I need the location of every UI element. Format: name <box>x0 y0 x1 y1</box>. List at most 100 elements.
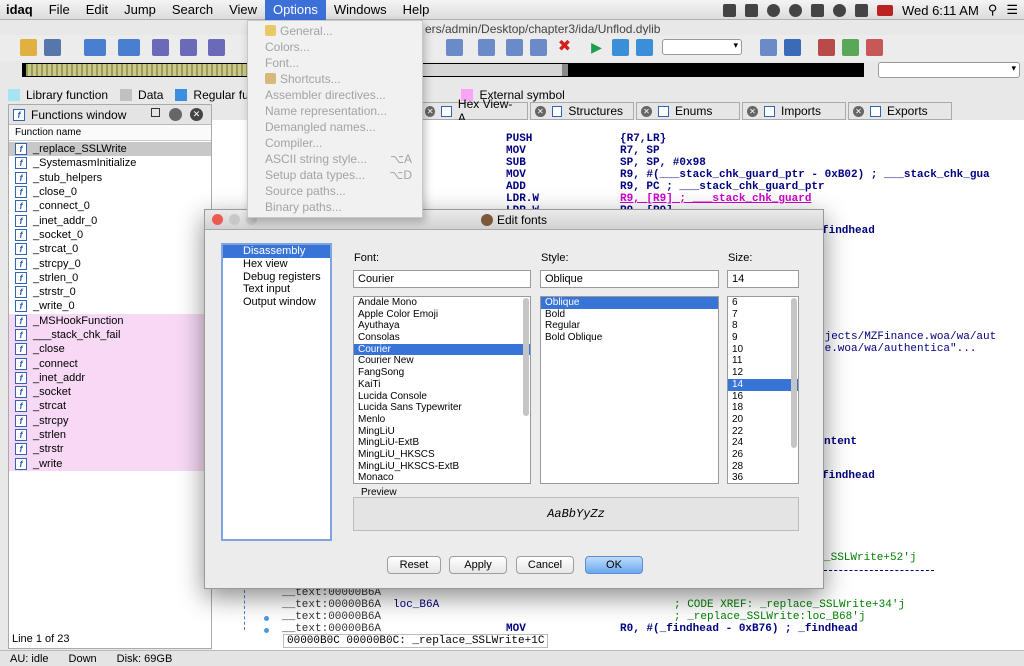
options-menu-item[interactable]: Name representation... <box>248 103 422 119</box>
menu-help[interactable]: Help <box>395 0 438 20</box>
column-header-function-name[interactable]: Function name <box>9 125 211 141</box>
tool-icon[interactable] <box>152 39 169 56</box>
size-list-item[interactable]: 36 <box>728 472 798 483</box>
font-list-scrollbar[interactable] <box>523 298 529 416</box>
ok-button[interactable]: OK <box>585 556 643 574</box>
options-menu-item[interactable]: Binary paths... <box>248 199 422 215</box>
restore-icon[interactable] <box>151 108 160 117</box>
menu-windows[interactable]: Windows <box>326 0 395 20</box>
open-icon[interactable] <box>20 39 37 56</box>
font-list-item[interactable]: Andale Mono <box>354 297 530 309</box>
back-icon[interactable] <box>84 39 106 56</box>
spotlight-icon[interactable]: ⚲ <box>988 2 998 18</box>
style-field[interactable]: Oblique <box>540 270 719 288</box>
options-menu-item[interactable]: Demangled names... <box>248 119 422 135</box>
function-list-item[interactable]: f _connect <box>9 356 211 371</box>
segment-select[interactable]: ▾ <box>878 62 1020 78</box>
close-icon[interactable]: ✕ <box>641 105 652 117</box>
size-list-item[interactable]: 6 <box>728 297 798 309</box>
size-list-item[interactable]: 24 <box>728 437 798 449</box>
size-list-item[interactable]: 20 <box>728 414 798 426</box>
tab-imports[interactable]: ✕ Imports <box>742 102 846 120</box>
style-list-item[interactable]: Regular <box>541 320 718 332</box>
tool-icon[interactable] <box>842 39 859 56</box>
font-list-item[interactable]: Ayuthaya <box>354 320 530 332</box>
options-menu-item[interactable]: Shortcuts... <box>248 71 422 87</box>
font-list-item[interactable]: MingLiU-ExtB <box>354 437 530 449</box>
stop-icon[interactable] <box>636 39 653 56</box>
font-list[interactable]: Andale Mono Apple Color Emoji Ayuthaya Cons… <box>353 296 531 484</box>
font-list-item[interactable]: Courier New <box>354 355 530 367</box>
size-list-item[interactable]: 26 <box>728 449 798 461</box>
size-list-item[interactable]: 18 <box>728 402 798 414</box>
function-list-item[interactable]: f _strcpy <box>9 413 211 428</box>
tool-icon[interactable] <box>208 39 225 56</box>
function-list-item[interactable]: f _strcat <box>9 399 211 414</box>
options-menu-item[interactable]: Colors... <box>248 39 422 55</box>
save-icon[interactable] <box>44 39 61 56</box>
font-list-item[interactable]: MingLiU <box>354 426 530 438</box>
function-list-item[interactable]: f _strlen <box>9 427 211 443</box>
tool-icon[interactable] <box>866 39 883 56</box>
tool-icon[interactable] <box>818 39 835 56</box>
menu-edit[interactable]: Edit <box>78 0 116 20</box>
options-menu-item[interactable]: Font... <box>248 55 422 71</box>
tool-icon[interactable] <box>446 39 463 56</box>
volume-icon[interactable] <box>854 3 868 17</box>
size-list-item[interactable]: 14 <box>728 378 798 391</box>
function-list-item[interactable]: f _MSHookFunction <box>9 313 211 328</box>
size-list-item[interactable]: 8 <box>728 320 798 332</box>
size-list-item[interactable]: 22 <box>728 426 798 438</box>
wifi-icon[interactable] <box>832 3 846 17</box>
function-list-item[interactable]: f _strstr_0 <box>9 285 211 299</box>
size-list-scrollbar[interactable] <box>791 298 797 448</box>
function-list-item[interactable]: f _strcat_0 <box>9 242 211 256</box>
style-list[interactable]: Oblique Bold Regular Bold Oblique <box>540 296 719 484</box>
debugger-select[interactable]: ▾ <box>662 39 742 55</box>
menu-jump[interactable]: Jump <box>116 0 164 20</box>
options-menu-item[interactable]: Setup data types... ⌥D <box>248 167 422 183</box>
font-list-item[interactable]: MingLiU_HKSCS-ExtB <box>354 461 530 473</box>
dropbox-icon[interactable] <box>722 3 736 17</box>
font-list-item[interactable]: Monaco <box>354 472 530 483</box>
size-list-item[interactable]: 28 <box>728 461 798 473</box>
tool-icon[interactable] <box>180 39 197 56</box>
menu-search[interactable]: Search <box>164 0 221 20</box>
options-menu-item[interactable]: General... <box>248 23 422 39</box>
font-list-item[interactable]: Menlo <box>354 414 530 426</box>
font-list-item[interactable]: Lucida Sans Typewriter <box>354 402 530 414</box>
font-list-item[interactable]: KaiTi <box>354 379 530 391</box>
menu-file[interactable]: File <box>41 0 78 20</box>
function-list-item[interactable]: f _stub_helpers <box>9 171 211 185</box>
size-field[interactable]: 14 <box>727 270 799 288</box>
pause-icon[interactable] <box>612 39 629 56</box>
cancel-button[interactable]: Cancel <box>516 556 574 574</box>
navigation-band[interactable] <box>22 63 864 77</box>
function-list-item[interactable]: f _socket_0 <box>9 228 211 242</box>
reset-button[interactable]: Reset <box>387 556 441 574</box>
menu-options[interactable]: Options <box>265 0 326 20</box>
breakpoint-dot[interactable] <box>264 628 269 633</box>
font-list-item[interactable]: Consolas <box>354 332 530 344</box>
style-list-item[interactable]: Bold Oblique <box>541 332 718 344</box>
close-window-button[interactable] <box>212 214 223 225</box>
font-list-item[interactable]: Courier <box>354 343 530 356</box>
style-list-item[interactable]: Bold <box>541 309 718 321</box>
hat-icon[interactable] <box>766 3 780 17</box>
size-list[interactable]: 6 7 8 9 10 11 12 14 16 18 20 22 24 26 28 36 <box>727 296 799 484</box>
minimize-window-button[interactable] <box>229 214 240 225</box>
tab-hex-view[interactable]: ✕ Hex View-A <box>420 97 528 125</box>
font-list-item[interactable]: Lucida Console <box>354 391 530 403</box>
tool-icon[interactable] <box>478 39 495 56</box>
function-list-item[interactable]: f _SystemasmInitialize <box>9 156 211 170</box>
close-icon[interactable]: ✕ <box>535 105 546 117</box>
tool-icon[interactable] <box>530 39 547 56</box>
close-icon[interactable]: ✕ <box>853 105 864 117</box>
size-list-item[interactable]: 9 <box>728 332 798 344</box>
function-list-item[interactable]: f _replace_SSLWrite <box>9 142 211 157</box>
category-debug-registers[interactable]: Debug registers <box>223 271 330 284</box>
function-list-item[interactable]: f _write_0 <box>9 299 211 313</box>
function-list-item[interactable]: f _inet_addr <box>9 370 211 386</box>
forward-icon[interactable] <box>118 39 140 56</box>
size-list-item[interactable]: 16 <box>728 391 798 403</box>
